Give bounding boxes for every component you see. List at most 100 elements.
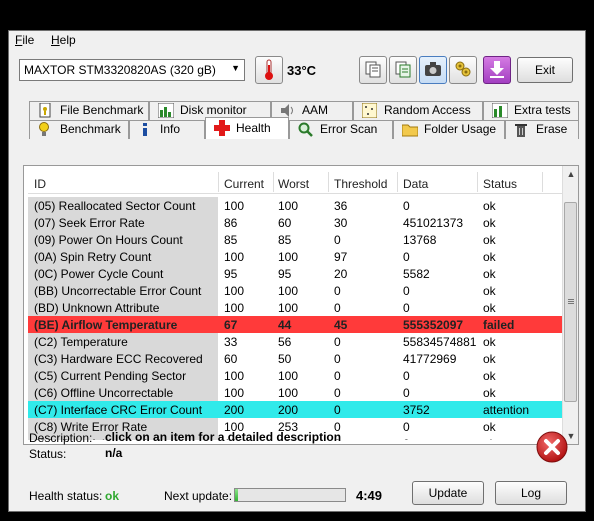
cell-threshold: 0	[334, 284, 341, 298]
vertical-scrollbar[interactable]: ▲ ▼	[562, 166, 578, 444]
table-row[interactable]: (BB) Uncorrectable Error Count 100 100 0 0 ok	[28, 282, 562, 299]
tab-extra-tests[interactable]: Extra tests	[483, 101, 579, 120]
copy-text-button[interactable]	[359, 56, 387, 84]
error-status-icon	[536, 431, 568, 463]
save-results-button[interactable]	[483, 56, 511, 84]
toolbar: MAXTOR STM3320820AS (320 gB) ▼ 33°C Exit	[9, 53, 585, 93]
tab-row-top: File Benchmark Disk monitor AAM Random A…	[25, 101, 579, 120]
cell-data: 55834574881	[403, 335, 477, 349]
table-row[interactable]: (05) Reallocated Sector Count 100 100 36 0 ok	[28, 197, 562, 214]
tab-error-scan[interactable]: Error Scan	[289, 120, 393, 139]
cell-worst: 200	[278, 403, 299, 417]
thermometer-icon	[255, 56, 283, 84]
cell-id: (BD) Unknown Attribute	[34, 301, 160, 315]
cell-worst: 100	[278, 301, 299, 315]
cell-current: 85	[224, 233, 238, 247]
cell-worst: 100	[278, 386, 299, 400]
copy-all-icon	[394, 60, 412, 81]
table-row[interactable]: (C6) Offline Uncorrectable 100 100 0 0 ok	[28, 384, 562, 401]
menu-file[interactable]: File	[15, 33, 34, 47]
exit-button[interactable]: Exit	[517, 57, 573, 83]
cell-id: (0C) Power Cycle Count	[34, 267, 164, 281]
cell-data: 0	[403, 369, 410, 383]
progress-fill	[235, 489, 239, 501]
cell-worst: 100	[278, 369, 299, 383]
cell-id: (C5) Current Pending Sector	[34, 369, 187, 383]
cell-data: 0	[403, 420, 410, 434]
tab-health[interactable]: Health	[205, 117, 289, 139]
table-row[interactable]: (07) Seek Error Rate 86 60 30 451021373 ok	[28, 214, 562, 231]
cell-data: 13768	[403, 233, 437, 247]
cell-status: ok	[483, 250, 496, 264]
options-button[interactable]	[449, 56, 477, 84]
col-header-worst[interactable]: Worst	[278, 177, 309, 191]
table-row[interactable]: (C3) Hardware ECC Recovered 60 50 0 41772969…	[28, 350, 562, 367]
random-access-icon	[361, 102, 378, 119]
description-value: click on an item for a detailed descript…	[105, 430, 342, 444]
tab-benchmark[interactable]: Benchmark	[29, 120, 129, 139]
cell-current: 200	[224, 403, 245, 417]
cell-status: ok	[483, 284, 496, 298]
table-header: ID Current Worst Threshold Data Status	[28, 170, 562, 194]
chevron-down-icon: ▼	[231, 63, 240, 73]
drive-temperature: 33°C	[287, 63, 317, 78]
cell-threshold: 36	[334, 199, 348, 213]
table-row[interactable]: (BD) Unknown Attribute 100 100 0 0 ok	[28, 299, 562, 316]
tab-random-access[interactable]: Random Access	[353, 101, 483, 120]
status-value: n/a	[105, 446, 123, 460]
update-button[interactable]: Update	[412, 481, 484, 505]
cell-id: (C3) Hardware ECC Recovered	[34, 352, 203, 366]
cell-threshold: 30	[334, 216, 348, 230]
tab-info[interactable]: Info	[129, 120, 205, 139]
table-row[interactable]: (0A) Spin Retry Count 100 100 97 0 ok	[28, 248, 562, 265]
cell-id: (BB) Uncorrectable Error Count	[34, 284, 202, 298]
cell-status: ok	[483, 335, 496, 349]
table-row[interactable]: (C2) Temperature 33 56 0 55834574881 ok	[28, 333, 562, 350]
cell-data: 0	[403, 250, 410, 264]
cell-data: 41772969	[403, 352, 457, 366]
cell-data: 0	[403, 437, 410, 440]
tab-erase[interactable]: Erase	[505, 120, 579, 139]
cell-id: (07) Seek Error Rate	[34, 216, 145, 230]
next-update-label: Next update:	[164, 489, 233, 503]
cell-status: ok	[483, 216, 496, 230]
copy-all-button[interactable]	[389, 56, 417, 84]
col-header-current[interactable]: Current	[224, 177, 264, 191]
cell-data: 0	[403, 199, 410, 213]
smart-table[interactable]: ID Current Worst Threshold Data Status (…	[28, 170, 562, 440]
col-header-status[interactable]: Status	[483, 177, 517, 191]
drive-select[interactable]: MAXTOR STM3320820AS (320 gB) ▼	[19, 59, 245, 81]
update-progress-bar	[234, 488, 346, 502]
cell-status: ok	[483, 437, 496, 440]
col-header-threshold[interactable]: Threshold	[334, 177, 387, 191]
cell-current: 95	[224, 267, 238, 281]
app-window: File Help MAXTOR STM3320820AS (320 gB) ▼…	[8, 30, 586, 512]
cell-status: ok	[483, 199, 496, 213]
log-button[interactable]: Log	[495, 481, 567, 505]
col-header-data[interactable]: Data	[403, 177, 428, 191]
scroll-thumb[interactable]	[564, 202, 577, 402]
scroll-up-icon[interactable]: ▲	[563, 166, 579, 182]
tab-file-benchmark[interactable]: File Benchmark	[29, 101, 149, 120]
cell-threshold: 0	[334, 352, 341, 366]
table-row[interactable]: (BE) Airflow Temperature 67 44 45 555352097 f…	[28, 316, 562, 333]
cell-worst: 50	[278, 352, 292, 366]
table-row[interactable]: (C5) Current Pending Sector 100 100 0 0 ok	[28, 367, 562, 384]
screenshot-button[interactable]	[419, 56, 447, 84]
download-arrow-icon	[489, 60, 505, 81]
cell-current: 100	[224, 199, 245, 213]
table-row[interactable]: (0C) Power Cycle Count 95 95 20 5582 ok	[28, 265, 562, 282]
cell-worst: 56	[278, 335, 292, 349]
cell-id: (0A) Spin Retry Count	[34, 250, 152, 264]
status-label: Status:	[29, 447, 67, 461]
tab-folder-usage[interactable]: Folder Usage	[393, 120, 505, 139]
tab-label: Disk monitor	[180, 103, 247, 117]
menu-help[interactable]: Help	[51, 33, 76, 47]
menu-bar: File Help	[9, 31, 585, 51]
col-header-id[interactable]: ID	[34, 177, 46, 191]
table-row[interactable]: (C7) Interface CRC Error Count 200 200 0 375…	[28, 401, 562, 418]
cell-status: ok	[483, 301, 496, 315]
table-row[interactable]: (09) Power On Hours Count 85 85 0 13768 ok	[28, 231, 562, 248]
cell-threshold: 0	[334, 233, 341, 247]
cell-data: 0	[403, 301, 410, 315]
